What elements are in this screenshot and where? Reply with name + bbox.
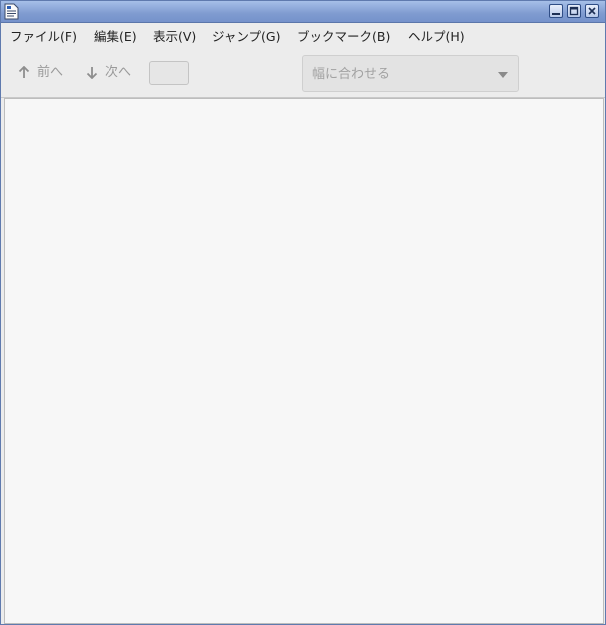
menu-file[interactable]: ファイル(F) xyxy=(10,23,77,49)
dropdown-arrow-icon xyxy=(498,72,508,78)
menu-edit[interactable]: 編集(E) xyxy=(94,23,137,49)
next-page-button[interactable]: 次へ xyxy=(86,61,131,85)
zoom-select[interactable]: 幅に合わせる xyxy=(302,55,519,92)
minimize-button[interactable] xyxy=(549,4,563,18)
close-icon xyxy=(588,7,596,15)
previous-page-label: 前へ xyxy=(37,65,64,80)
menu-view[interactable]: 表示(V) xyxy=(153,23,196,49)
document-viewer-window: ファイル(F) 編集(E) 表示(V) ジャンプ(G) ブックマーク(B) ヘル… xyxy=(0,0,606,625)
minimize-icon xyxy=(552,13,560,15)
previous-page-button[interactable]: 前へ xyxy=(18,61,63,85)
page-number-input[interactable] xyxy=(149,61,189,85)
arrow-down-icon xyxy=(86,67,98,80)
maximize-button[interactable] xyxy=(567,4,581,18)
menu-help[interactable]: ヘルプ(H) xyxy=(408,23,465,49)
menu-go[interactable]: ジャンプ(G) xyxy=(212,23,280,49)
toolbar: 前へ 次へ 幅に合わせる xyxy=(1,49,605,98)
menu-bookmarks[interactable]: ブックマーク(B) xyxy=(297,23,390,49)
next-page-label: 次へ xyxy=(105,65,132,80)
maximize-icon xyxy=(569,6,579,16)
arrow-up-icon xyxy=(18,65,30,78)
zoom-value: 幅に合わせる xyxy=(312,67,391,82)
title-bar[interactable] xyxy=(1,1,605,23)
menu-bar: ファイル(F) 編集(E) 表示(V) ジャンプ(G) ブックマーク(B) ヘル… xyxy=(1,23,605,49)
document-view[interactable] xyxy=(4,98,604,624)
close-button[interactable] xyxy=(585,4,599,18)
document-viewer-icon xyxy=(4,3,19,20)
